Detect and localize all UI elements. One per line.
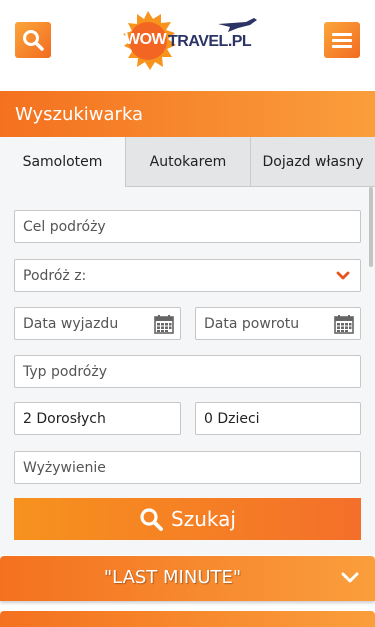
search-panel-header: Wyszukiwarka bbox=[0, 91, 375, 137]
board-type-input[interactable]: Wyżywienie bbox=[14, 451, 361, 484]
search-icon bbox=[23, 30, 44, 51]
header: WOW TRAVEL.PL bbox=[0, 0, 375, 91]
departure-from-label: Podróż z: bbox=[23, 267, 87, 284]
tab-own-transport[interactable]: Dojazd własny bbox=[250, 137, 375, 187]
trip-type-placeholder: Typ podróży bbox=[23, 363, 107, 380]
departure-date-input[interactable]: Data wyjazdu bbox=[14, 307, 181, 340]
logo[interactable]: WOW TRAVEL.PL bbox=[118, 10, 260, 72]
menu-button[interactable] bbox=[324, 22, 360, 58]
adults-select[interactable]: 2 Dorosłych bbox=[14, 402, 181, 435]
next-accordion-section[interactable] bbox=[0, 611, 375, 627]
calendar-icon[interactable] bbox=[334, 314, 354, 334]
search-icon bbox=[140, 508, 163, 531]
last-minute-label: "LAST MINUTE" bbox=[103, 567, 242, 588]
scrollbar[interactable] bbox=[369, 187, 373, 267]
trip-type-input[interactable]: Typ podróży bbox=[14, 355, 361, 388]
last-minute-accordion[interactable]: "LAST MINUTE" bbox=[0, 556, 375, 601]
logo-wow-text: WOW bbox=[125, 31, 167, 48]
board-type-placeholder: Wyżywienie bbox=[23, 459, 106, 476]
return-date-placeholder: Data powrotu bbox=[204, 315, 300, 332]
children-select[interactable]: 0 Dzieci bbox=[195, 402, 361, 435]
transport-tabs: Samolotem Autokarem Dojazd własny bbox=[0, 137, 375, 187]
adults-value: 2 Dorosłych bbox=[23, 410, 106, 427]
hamburger-menu-icon bbox=[332, 30, 352, 51]
destination-placeholder: Cel podróży bbox=[23, 218, 106, 235]
calendar-icon[interactable] bbox=[154, 314, 174, 334]
search-panel-title: Wyszukiwarka bbox=[15, 104, 144, 125]
chevron-down-icon bbox=[336, 271, 350, 280]
return-date-input[interactable]: Data powrotu bbox=[195, 307, 361, 340]
search-button[interactable]: Szukaj bbox=[14, 498, 361, 540]
destination-input[interactable]: Cel podróży bbox=[14, 210, 361, 243]
search-button-label: Szukaj bbox=[171, 507, 236, 531]
logo-text: TRAVEL.PL bbox=[168, 33, 252, 50]
search-toggle-button[interactable] bbox=[15, 22, 51, 58]
tab-bus[interactable]: Autokarem bbox=[125, 137, 250, 187]
chevron-down-icon bbox=[341, 572, 359, 583]
children-value: 0 Dzieci bbox=[204, 410, 260, 427]
tab-plane[interactable]: Samolotem bbox=[0, 137, 125, 187]
departure-date-placeholder: Data wyjazdu bbox=[23, 315, 119, 332]
departure-from-select[interactable]: Podróż z: bbox=[14, 259, 361, 292]
